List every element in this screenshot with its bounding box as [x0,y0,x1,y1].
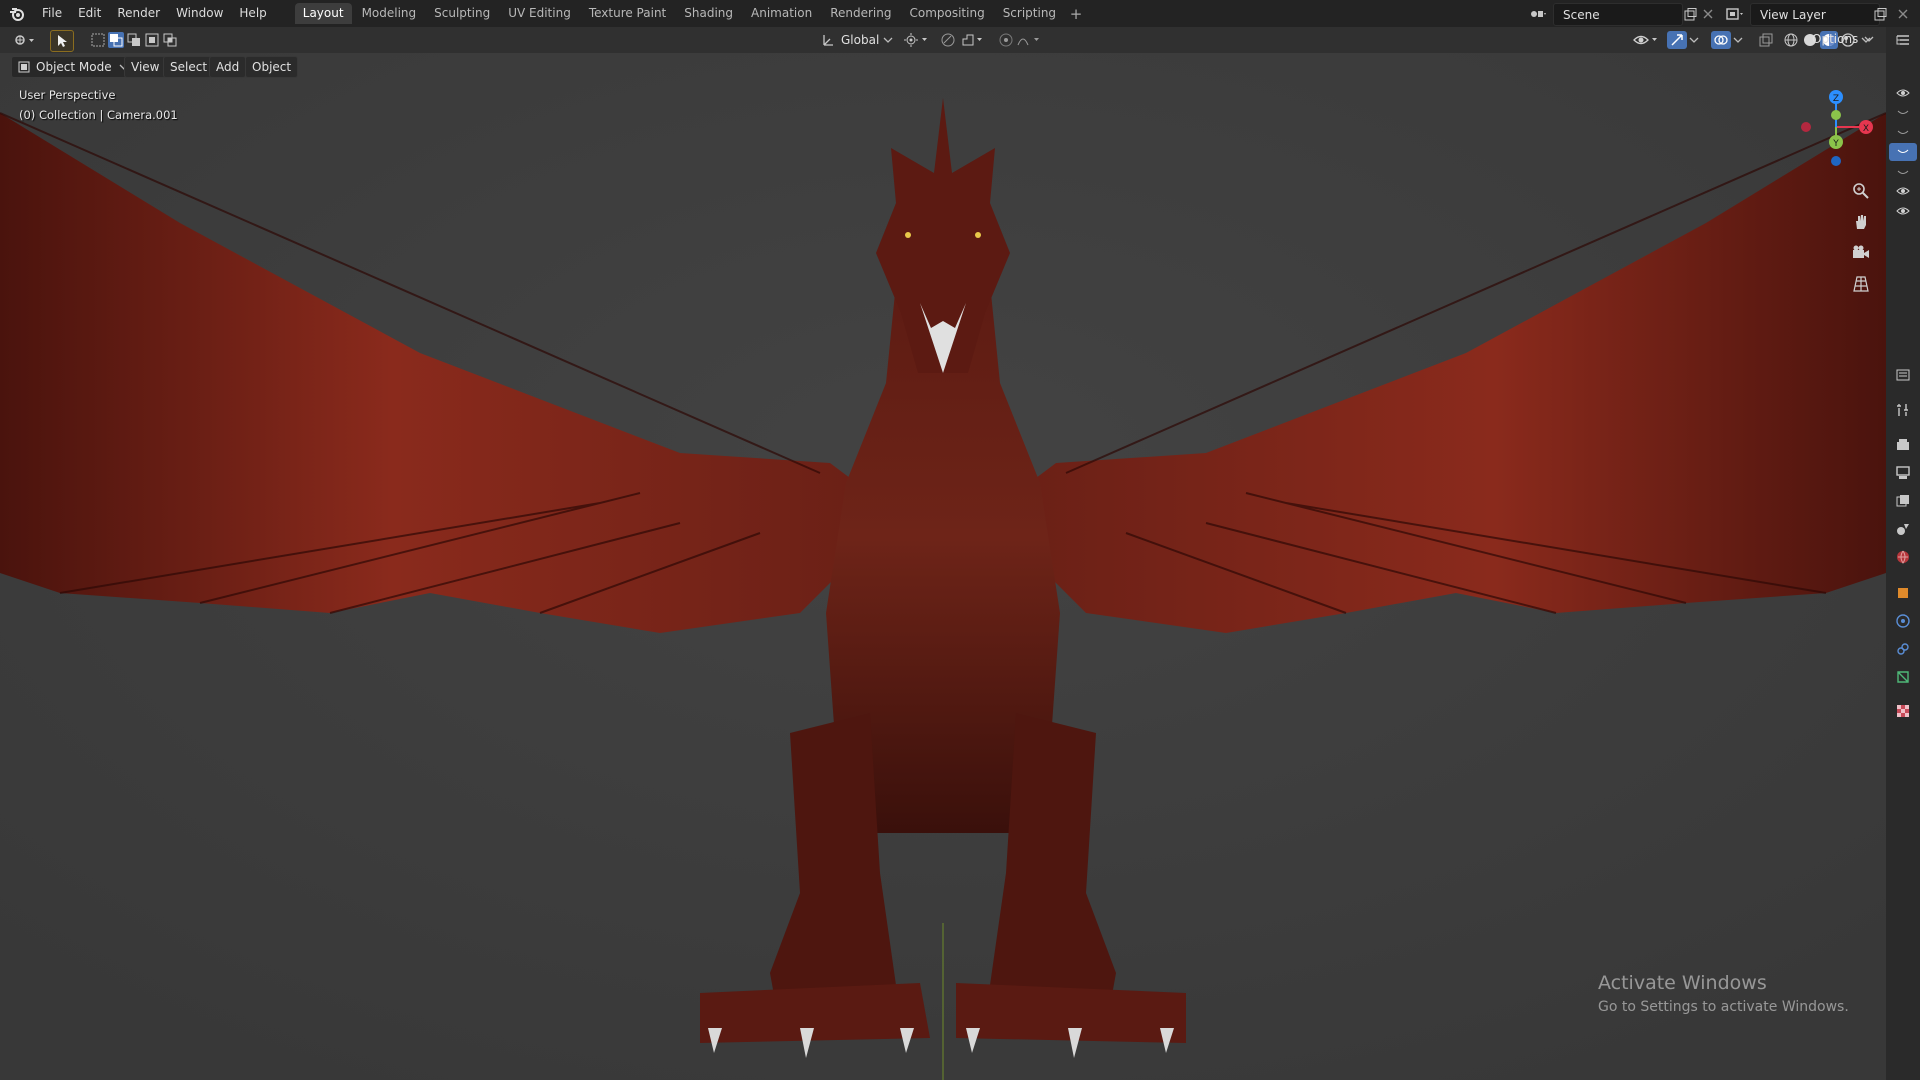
z-axis-label: Z [1833,94,1839,104]
select-extend-icon[interactable] [108,32,124,48]
tab-scripting[interactable]: Scripting [995,3,1064,24]
y-axis-label: Y [1832,139,1839,149]
tab-rendering[interactable]: Rendering [822,3,899,24]
options-chevron-icon [1864,36,1874,42]
gizmo-dropdown-icon[interactable] [1688,32,1700,48]
select-invert-icon[interactable] [144,32,160,48]
tab-shading[interactable]: Shading [676,3,741,24]
scene-name: Scene [1563,7,1600,22]
object-menu[interactable]: Object [245,56,299,78]
world-properties-icon[interactable] [1895,549,1911,565]
perspective-toggle-icon[interactable] [1849,272,1873,296]
chevron-down-icon[interactable] [882,32,894,48]
scene-properties-icon[interactable] [1895,521,1911,537]
snap-icon[interactable] [938,31,958,49]
editor-type-icon[interactable] [12,31,38,49]
top-bar: File Edit Render Window Help Layout Mode… [0,0,1920,27]
menu-file[interactable]: File [34,0,70,27]
view-layer-properties-icon[interactable] [1895,493,1911,509]
tab-animation[interactable]: Animation [743,3,820,24]
snap-target-icon[interactable] [960,31,986,49]
view-layer-icon[interactable] [1722,3,1748,24]
menu-render[interactable]: Render [109,0,168,27]
view-layer-name: View Layer [1760,7,1826,22]
collapse-chevron-icon[interactable] [1895,165,1911,181]
blender-logo-icon[interactable] [0,0,34,27]
close-scene-icon[interactable] [1699,5,1717,23]
physics-properties-icon[interactable] [1895,613,1911,629]
outliner-editor-icon[interactable] [1895,33,1911,49]
object-properties-icon[interactable] [1895,585,1911,601]
viewport-tool-header: Global [0,27,1886,53]
tab-uv-editing[interactable]: UV Editing [500,3,579,24]
gizmo-toggle-icon[interactable] [1667,31,1687,49]
object-visibility-icon[interactable] [1632,31,1662,49]
zoom-icon[interactable] [1849,179,1873,203]
dragon-model[interactable] [0,53,1886,1080]
visibility-eye-icon[interactable] [1895,183,1911,199]
menu-help[interactable]: Help [231,0,274,27]
navigation-gizmo[interactable]: X Z Y [1786,87,1886,167]
select-subtract-icon[interactable] [126,32,142,48]
transform-orientation-label[interactable]: Global [841,33,879,47]
options-label: Options [1812,32,1859,46]
tab-layout[interactable]: Layout [294,3,352,24]
texture-properties-icon[interactable] [1895,703,1911,719]
visibility-eye-icon[interactable] [1895,203,1911,219]
collapse-chevron-icon[interactable] [1895,125,1911,141]
tool-properties-icon[interactable] [1895,402,1911,418]
menu-edit[interactable]: Edit [70,0,109,27]
pivot-point-icon[interactable] [903,31,931,49]
proportional-editing-icon[interactable] [997,31,1015,49]
output-properties-icon[interactable] [1895,465,1911,481]
selected-row-chevron-icon[interactable] [1889,143,1917,161]
close-view-layer-icon[interactable] [1894,5,1912,23]
constraint-properties-icon[interactable] [1895,641,1911,657]
new-view-layer-icon[interactable] [1871,5,1889,23]
visibility-eye-icon[interactable] [1895,85,1911,101]
wireframe-shading-icon[interactable] [1782,31,1800,49]
tab-texture-paint[interactable]: Texture Paint [581,3,674,24]
object-mode-icon [18,61,30,73]
add-menu[interactable]: Add [209,56,247,78]
object-mode-dropdown[interactable]: Object Mode [11,56,136,78]
proportional-falloff-icon[interactable] [1016,31,1044,49]
select-menu[interactable]: Select [163,56,215,78]
object-mode-label: Object Mode [36,60,112,74]
view-layer-field[interactable]: View Layer [1750,3,1880,26]
tab-compositing[interactable]: Compositing [901,3,992,24]
transform-orientation-icon [818,31,838,49]
select-intersect-icon[interactable] [162,32,178,48]
properties-sidebar [1886,27,1920,1080]
view-menu[interactable]: View [124,56,167,78]
properties-editor-icon[interactable] [1895,367,1911,383]
tab-modeling[interactable]: Modeling [354,3,425,24]
menu-window[interactable]: Window [168,0,231,27]
tab-sculpting[interactable]: Sculpting [426,3,498,24]
select-tool-icon[interactable] [50,30,74,52]
activate-windows-subtitle: Go to Settings to activate Windows. [1598,999,1849,1015]
active-collection-label: (0) Collection | Camera.001 [19,108,178,122]
options-button[interactable]: Options [1812,29,1874,49]
camera-view-icon[interactable] [1849,241,1873,265]
new-scene-icon[interactable] [1681,5,1699,23]
render-properties-icon[interactable] [1895,437,1911,453]
collapse-chevron-icon[interactable] [1895,105,1911,121]
pan-hand-icon[interactable] [1849,210,1873,234]
workspace-tabs: Layout Modeling Sculpting UV Editing Tex… [294,0,1086,27]
view-perspective-label: User Perspective [19,88,116,102]
scene-field[interactable]: Scene [1553,3,1683,26]
3d-viewport[interactable]: Global Options Object Mode View Select A… [0,27,1886,1080]
overlays-dropdown-icon[interactable] [1732,32,1744,48]
activate-windows-title: Activate Windows [1598,972,1767,994]
xray-toggle-icon[interactable] [1757,31,1775,49]
select-new-icon[interactable] [90,32,106,48]
data-properties-icon[interactable] [1895,669,1911,685]
x-axis-label: X [1863,124,1869,134]
scene-selector-icon[interactable] [1525,3,1551,24]
add-workspace-button[interactable]: + [1066,5,1086,23]
overlays-toggle-icon[interactable] [1711,31,1731,49]
